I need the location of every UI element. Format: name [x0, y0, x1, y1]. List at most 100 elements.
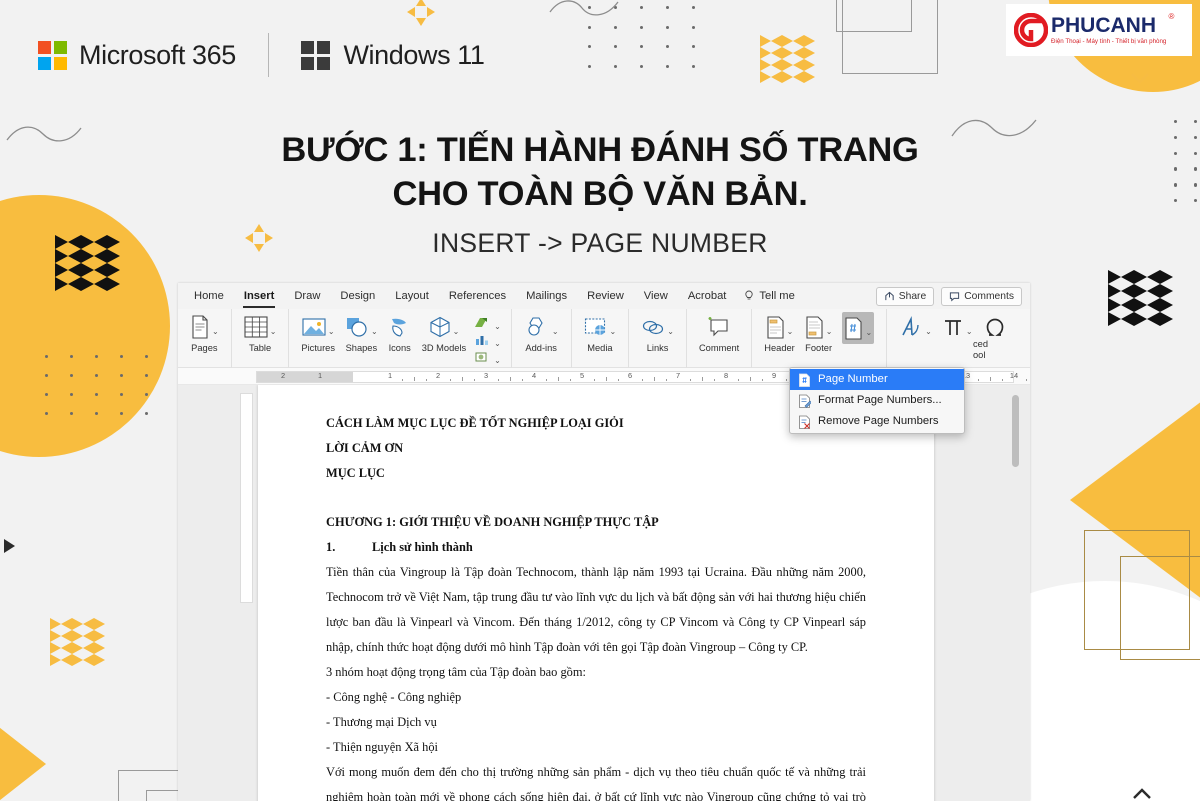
ribbon-button-header[interactable]: ⌄ Header	[759, 312, 800, 354]
remove-page-numbers-icon	[799, 415, 810, 429]
decorative-triangle-grid	[1108, 270, 1173, 326]
ribbon-button-pages[interactable]: ⌄ Pages	[185, 312, 224, 354]
decorative-triangle	[1108, 270, 1121, 284]
tab-insert[interactable]: Insert	[234, 283, 284, 309]
ribbon-button-add-ins[interactable]: ⌄ Add-ins	[519, 312, 564, 354]
ribbon-label: Media	[587, 343, 613, 353]
decorative-dot	[666, 45, 670, 49]
ribbon-button-wordart[interactable]: ⌄	[894, 312, 937, 343]
decorative-dot	[614, 25, 618, 29]
menu-item-remove-page-numbers[interactable]: Remove Page Numbers	[790, 411, 964, 432]
decorative-dot	[640, 6, 644, 10]
decorative-triangle	[68, 277, 81, 291]
ribbon-label: Shapes	[345, 343, 378, 353]
ruler-number: 1	[317, 371, 323, 380]
ribbon-button-smartart[interactable]: ⌄	[474, 314, 501, 331]
windows-11-label: Windows 11	[343, 39, 485, 70]
slide-title-block: BƯỚC 1: TIẾN HÀNH ĐÁNH SỐ TRANG CHO TOÀN…	[0, 128, 1200, 259]
ruler-tick	[498, 378, 499, 381]
ribbon-button-table[interactable]: ⌄ Table	[239, 312, 282, 354]
chevron-down-icon[interactable]: ⌄	[494, 356, 501, 365]
header-icon	[766, 312, 785, 342]
ribbon-button-footer[interactable]: ⌄ Footer	[800, 312, 838, 354]
ruler-tick	[606, 377, 607, 381]
tab-references[interactable]: References	[439, 283, 516, 309]
chevron-down-icon[interactable]: ⌄	[552, 327, 559, 336]
tab-home[interactable]: Home	[184, 283, 234, 309]
tell-me-box[interactable]: Tell me	[736, 290, 802, 302]
tab-layout[interactable]: Layout	[385, 283, 439, 309]
chevron-down-icon[interactable]: ⌄	[371, 327, 378, 336]
chevron-down-icon[interactable]: ⌄	[667, 327, 674, 336]
share-button[interactable]: Share	[875, 286, 935, 306]
ribbon-button-comment[interactable]: Comment	[694, 312, 744, 354]
decorative-triangle	[94, 630, 105, 642]
menu-item-page-number[interactable]: Page Number	[790, 369, 964, 390]
ribbon-label: Footer	[805, 343, 833, 353]
ruler-number: 6	[627, 371, 633, 380]
document-paragraph: Tiền thân của Vingroup là Tập đoàn Techn…	[326, 565, 866, 654]
vertical-scrollbar[interactable]	[1012, 395, 1019, 801]
chevron-down-icon[interactable]: ⌄	[865, 328, 872, 337]
window-actions: Share Comments	[875, 286, 1030, 306]
document-body[interactable]: CÁCH LÀM MỤC LỤC ĐỀ TỐT NGHIỆP LOẠI GIỎI…	[258, 385, 934, 801]
phucanh-logo: PHUCANH ® Điện Thoại - Máy tính - Thiết …	[1006, 4, 1192, 56]
ribbon-button-chart[interactable]: ⌄	[474, 331, 501, 348]
document-page[interactable]: CÁCH LÀM MỤC LỤC ĐỀ TỐT NGHIỆP LOẠI GIỎI…	[258, 385, 934, 801]
chevron-down-icon[interactable]: ⌄	[787, 327, 794, 336]
tab-acrobat[interactable]: Acrobat	[678, 283, 737, 309]
tab-review[interactable]: Review	[577, 283, 634, 309]
chevron-down-icon[interactable]: ⌄	[270, 327, 277, 336]
decorative-triangle	[1108, 298, 1121, 312]
chevron-down-icon[interactable]: ⌄	[966, 327, 973, 336]
chevron-down-icon[interactable]: ⌄	[494, 339, 501, 348]
document-heading: LỜI CẢM ƠN	[326, 441, 404, 455]
ruler-tick	[714, 378, 715, 381]
decorative-triangle	[55, 277, 68, 291]
ribbon-button-shapes[interactable]: ⌄ Shapes	[340, 312, 383, 354]
tab-mailings[interactable]: Mailings	[516, 283, 577, 309]
tab-design[interactable]: Design	[330, 283, 385, 309]
chevron-down-icon[interactable]: ⌄	[826, 327, 833, 336]
obscured-ribbon-labels: ced ool	[973, 339, 988, 361]
tab-view[interactable]: View	[634, 283, 678, 309]
decorative-dot	[666, 6, 670, 10]
ribbon-button-screenshot[interactable]: ⌄	[474, 348, 501, 365]
decorative-dot	[145, 355, 149, 359]
tab-draw[interactable]: Draw	[284, 283, 330, 309]
decorative-dot	[666, 25, 670, 29]
decorative-triangle	[793, 47, 804, 59]
ribbon-button-3d-models[interactable]: ⌄ 3D Models	[417, 312, 471, 354]
chevron-down-icon[interactable]: ⌄	[925, 327, 932, 336]
chevron-down-icon[interactable]: ⌄	[328, 327, 335, 336]
vertical-ruler[interactable]	[240, 393, 253, 603]
ribbon-button-links[interactable]: ⌄ Links	[636, 312, 679, 354]
page-title-line1: BƯỚC 1: TIẾN HÀNH ĐÁNH SỐ TRANG	[281, 131, 919, 169]
comments-button[interactable]: Comments	[941, 286, 1022, 306]
decorative-triangle	[1160, 312, 1173, 326]
page-number-dropdown-menu[interactable]: Page Number Format Page Numbers... Remov…	[789, 367, 965, 434]
decorative-dot	[614, 6, 618, 10]
chevron-down-icon[interactable]: ⌄	[212, 327, 219, 336]
decorative-triangle	[793, 59, 804, 71]
decorative-dot	[70, 355, 74, 359]
chevron-down-icon[interactable]: ⌄	[453, 327, 460, 336]
decorative-triangle	[94, 618, 105, 630]
scrollbar-thumb[interactable]	[1012, 395, 1019, 467]
decorative-triangle	[50, 654, 61, 666]
menu-item-format-page-numbers[interactable]: Format Page Numbers...	[790, 390, 964, 411]
decorative-square-outline	[842, 0, 938, 74]
ribbon-button-icons[interactable]: Icons	[383, 312, 417, 354]
chart-icon	[476, 335, 489, 345]
chevron-down-icon[interactable]: ⌄	[610, 327, 617, 336]
ribbon-button-pictures[interactable]: ⌄ Pictures	[296, 312, 340, 354]
ruler-tick	[750, 377, 751, 381]
document-canvas[interactable]: CÁCH LÀM MỤC LỤC ĐỀ TỐT NGHIỆP LOẠI GIỎI…	[178, 385, 1030, 801]
menu-item-label: Format Page Numbers...	[818, 394, 942, 406]
document-paragraph: - Công nghệ - Công nghiệp	[326, 690, 462, 704]
ribbon-button-equation[interactable]: ⌄	[937, 312, 978, 343]
chevron-down-icon[interactable]: ⌄	[494, 322, 501, 331]
ribbon-button-page-number[interactable]: ⌄	[837, 312, 879, 345]
decorative-triangle	[760, 35, 771, 47]
ribbon-button-media[interactable]: ⌄ Media	[579, 312, 622, 354]
